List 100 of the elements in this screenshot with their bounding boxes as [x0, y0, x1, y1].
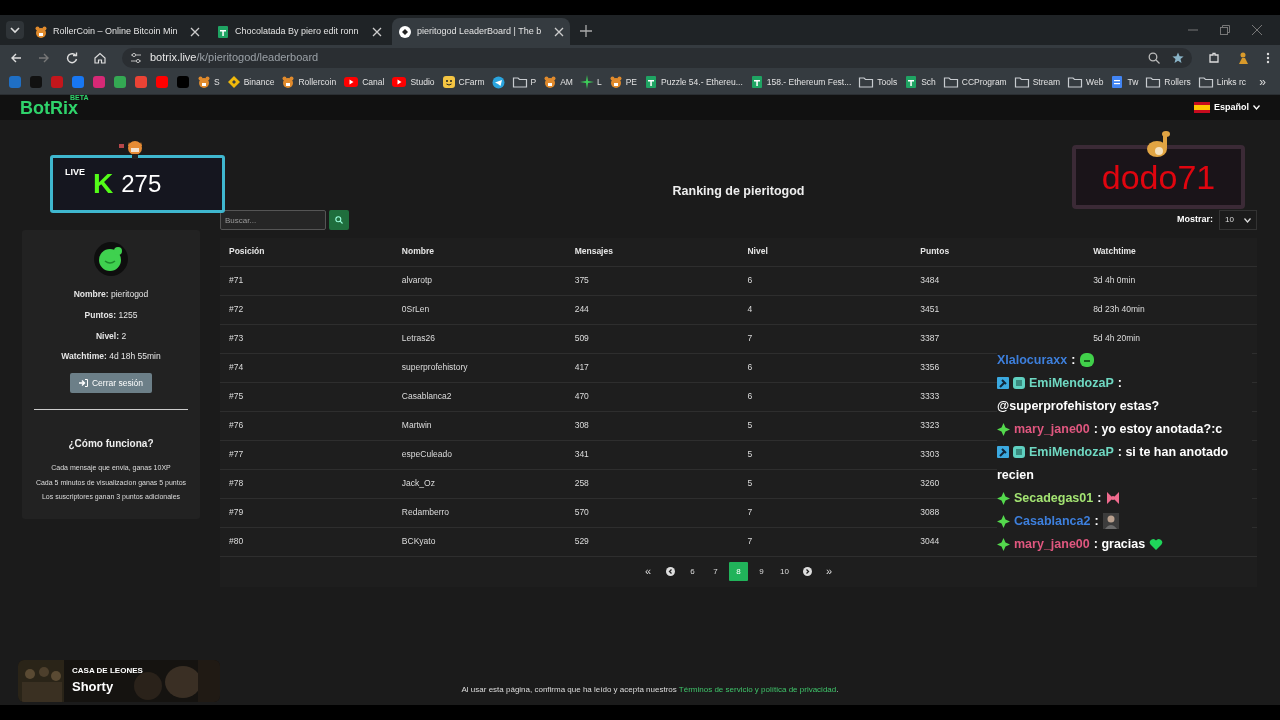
home-icon[interactable] — [94, 51, 106, 64]
bookmark[interactable]: CFarm — [441, 75, 485, 89]
hamster-icon[interactable] — [34, 24, 48, 39]
bookmark[interactable]: Tw — [1110, 75, 1139, 89]
bow-emote-icon — [1105, 490, 1122, 506]
bookmark[interactable]: P — [511, 75, 537, 89]
browser-tab[interactable]: RollerCoin – Online Bitcoin Min — [28, 18, 206, 45]
browser-tab[interactable]: Chocolatada By piero edit ronn — [210, 18, 388, 45]
chat-message: : — [1071, 352, 1076, 369]
bookmark[interactable]: Sch — [904, 75, 936, 89]
search-button[interactable] — [329, 210, 349, 230]
language-selector[interactable]: Español — [1194, 100, 1260, 115]
extensions-icon[interactable] — [1208, 51, 1220, 64]
table-cell: 8d 23h 40min — [1093, 304, 1145, 315]
more-bookmarks-button[interactable]: » — [1259, 73, 1266, 91]
sheet-icon[interactable] — [644, 75, 658, 89]
chat-message: : — [1094, 513, 1099, 530]
sheet-icon[interactable] — [904, 75, 919, 89]
table-cell: 244 — [574, 304, 589, 315]
page-link[interactable]: 10 — [775, 562, 794, 581]
bookmark[interactable]: Canal — [343, 75, 385, 89]
page-link[interactable]: 7 — [706, 562, 725, 581]
restore-icon[interactable] — [1220, 25, 1230, 35]
caret-icon — [1244, 217, 1251, 223]
folder-icon[interactable] — [1197, 75, 1214, 89]
page-link[interactable]: 9 — [752, 562, 771, 581]
table-cell: 7 — [747, 333, 753, 344]
hamster-icon[interactable] — [197, 75, 211, 89]
bookmark[interactable]: Rollers — [1145, 75, 1191, 89]
bookmark[interactable]: CCProgram — [942, 75, 1007, 89]
star-icon[interactable] — [1172, 51, 1184, 64]
close-icon[interactable] — [372, 26, 382, 37]
folder-icon[interactable] — [858, 75, 875, 89]
bookmark[interactable]: Stream — [1013, 75, 1061, 89]
site-logo[interactable]: BotRix — [20, 98, 78, 117]
page-link[interactable]: « — [639, 562, 657, 581]
table-cell: 3484 — [920, 275, 940, 286]
menu-icon[interactable] — [1266, 51, 1270, 64]
bookmark[interactable]: Rollercoin — [281, 75, 337, 89]
hamster-icon[interactable] — [543, 75, 558, 89]
url-text: botrix.live/k/pieritogod/leaderboard — [150, 50, 319, 66]
column-header: Puntos — [920, 246, 950, 257]
bookmark[interactable]: 158.- Ethereum Fest... — [749, 75, 852, 89]
forward-icon[interactable] — [38, 51, 50, 64]
bookmark[interactable]: AM — [543, 75, 573, 89]
blob-emote-icon — [1079, 352, 1096, 368]
telegram-icon[interactable] — [491, 75, 505, 89]
table-cell: #75 — [229, 391, 244, 402]
sheet-icon[interactable] — [216, 24, 230, 39]
app-icon[interactable] — [155, 75, 169, 89]
table-cell: 5 — [747, 449, 753, 460]
reload-icon[interactable] — [66, 51, 78, 64]
hamster-icon[interactable] — [608, 75, 623, 89]
bookmark[interactable]: Puzzle 54.- Ethereu... — [644, 75, 743, 89]
folder-icon[interactable] — [1145, 75, 1162, 89]
hamster-icon[interactable] — [281, 75, 296, 89]
folder-icon[interactable] — [511, 75, 528, 89]
bookmark[interactable]: L — [579, 75, 602, 89]
close-icon[interactable] — [190, 26, 200, 37]
sheet-icon[interactable] — [749, 75, 764, 89]
browser-tab[interactable]: pieritogod LeaderBoard | The b — [392, 18, 570, 45]
new-tab-icon[interactable] — [580, 25, 592, 37]
smiley-icon[interactable] — [441, 75, 456, 89]
logout-button[interactable]: Cerrar sesión — [70, 373, 152, 393]
profile-icon[interactable] — [1236, 50, 1250, 65]
page-size-select[interactable]: 10 — [1219, 210, 1257, 230]
page-link[interactable]: 6 — [683, 562, 702, 581]
bookmark[interactable]: PE — [608, 75, 637, 89]
address-bar[interactable]: botrix.live/k/pieritogod/leaderboard — [122, 47, 1192, 68]
play-icon[interactable] — [391, 75, 408, 89]
bookmark[interactable]: Tools — [858, 75, 898, 89]
bookmark[interactable]: Binance — [226, 75, 275, 89]
folder-icon[interactable] — [1013, 75, 1030, 89]
tab-list-icon[interactable] — [6, 21, 24, 39]
site-settings-icon[interactable] — [130, 51, 142, 64]
play-icon[interactable] — [343, 75, 360, 89]
page-link[interactable]: » — [820, 562, 838, 581]
table-cell: #77 — [229, 449, 244, 460]
table-cell: 3088 — [920, 507, 940, 518]
table-cell: 5 — [747, 478, 753, 489]
close-icon[interactable] — [554, 26, 564, 37]
app-icon[interactable] — [113, 75, 127, 89]
app-icon[interactable] — [71, 75, 85, 89]
column-header: Nombre — [401, 246, 434, 257]
page-title: Ranking de pieritogod — [671, 183, 806, 198]
zoom-icon[interactable] — [1148, 51, 1160, 64]
table-cell: #78 — [229, 478, 244, 489]
document-icon[interactable] — [1110, 75, 1125, 89]
bookmark[interactable]: Studio — [391, 75, 435, 89]
back-icon[interactable] — [10, 51, 22, 64]
sparkle-badge-icon — [997, 422, 1010, 436]
bookmark[interactable]: Web — [1067, 75, 1104, 89]
search-field[interactable]: Buscar... — [220, 210, 326, 230]
diamond-icon[interactable] — [226, 75, 241, 89]
app-icon[interactable] — [134, 75, 148, 89]
person-emote-icon — [1102, 513, 1119, 529]
bookmark[interactable]: S — [197, 75, 220, 89]
folder-icon[interactable] — [942, 75, 959, 89]
bookmark[interactable]: Links rc — [1197, 75, 1247, 89]
folder-icon[interactable] — [1067, 75, 1084, 89]
